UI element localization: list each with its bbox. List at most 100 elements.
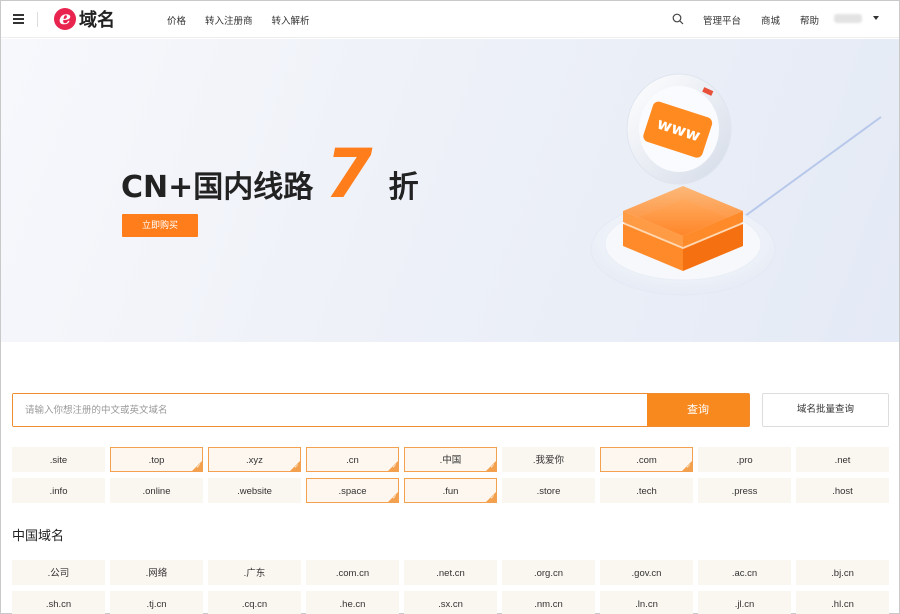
tld-option[interactable]: .net.cn [404, 560, 497, 585]
tld-option[interactable]: .org.cn [502, 560, 595, 585]
banner-discount-number: 7 [325, 135, 373, 214]
tld-option[interactable]: .我爱你 [502, 447, 595, 472]
tld-option[interactable]: .website [208, 478, 301, 503]
tld-option[interactable]: .com ✓ [600, 447, 693, 472]
nav-transfer-registrar[interactable]: 转入注册商 [205, 13, 253, 27]
secondary-nav: 管理平台 商城 帮助 [703, 13, 839, 27]
tld-label: .he.cn [339, 599, 366, 610]
tld-label: .site [49, 455, 68, 466]
nav-transfer-dns[interactable]: 转入解析 [272, 13, 310, 27]
tld-label: .xyz [246, 455, 263, 466]
tld-label: .中国 [439, 455, 462, 466]
banner-headline: CN+国内线路 7 折 [121, 135, 419, 214]
tld-option[interactable]: .top ✓ [110, 447, 203, 472]
tld-option[interactable]: .tj.cn [110, 591, 203, 614]
tld-option[interactable]: .广东 [208, 560, 301, 585]
nav-mall[interactable]: 商城 [761, 13, 780, 27]
site-logo[interactable]: e 域名 [54, 7, 115, 31]
nav-pricing[interactable]: 价格 [167, 13, 186, 27]
tld-label: .网络 [145, 568, 168, 579]
user-account-name[interactable] [834, 14, 862, 23]
tld-label: .press [731, 486, 758, 497]
checkmark-icon: ✓ [489, 464, 495, 470]
bulk-search-button[interactable]: 域名批量查询 [762, 393, 889, 427]
search-icon[interactable] [672, 13, 684, 25]
tld-label: .我爱你 [532, 455, 565, 466]
promo-banner: CN+国内线路 7 折 立即购买 www [1, 39, 899, 342]
tld-label: .bj.cn [831, 568, 854, 579]
tld-label: .cq.cn [241, 599, 268, 610]
tld-option[interactable]: .jl.cn [698, 591, 791, 614]
chevron-down-icon[interactable] [873, 16, 879, 20]
hamburger-menu-icon[interactable] [13, 14, 24, 24]
tld-option[interactable]: .ac.cn [698, 560, 791, 585]
tld-option[interactable]: .tech [600, 478, 693, 503]
tld-option[interactable]: .host [796, 478, 889, 503]
tld-option[interactable]: .net [796, 447, 889, 472]
tld-option[interactable]: .xyz ✓ [208, 447, 301, 472]
nav-console[interactable]: 管理平台 [703, 13, 741, 27]
tld-option[interactable]: .press [698, 478, 791, 503]
tld-option[interactable]: .he.cn [306, 591, 399, 614]
tld-label: .tj.cn [146, 599, 167, 610]
tld-grid: .site .top ✓ .xyz ✓ .cn ✓ .中国 ✓ .我爱你 .com ✓ .… [12, 447, 890, 503]
tld-option[interactable]: .ln.cn [600, 591, 693, 614]
banner-discount-suffix: 折 [388, 170, 419, 205]
tld-option[interactable]: .hl.cn [796, 591, 889, 614]
domain-search-bar: 查询 [12, 393, 750, 427]
tld-label: .com [636, 455, 657, 466]
tld-option[interactable]: .sx.cn [404, 591, 497, 614]
tld-option[interactable]: .cq.cn [208, 591, 301, 614]
nav-help[interactable]: 帮助 [800, 13, 819, 27]
checkmark-icon: ✓ [391, 464, 397, 470]
primary-nav: 价格 转入注册商 转入解析 [167, 13, 329, 27]
tld-option[interactable]: .bj.cn [796, 560, 889, 585]
tld-option[interactable]: .pro [698, 447, 791, 472]
tld-option[interactable]: .gov.cn [600, 560, 693, 585]
tld-label: .cn [346, 455, 359, 466]
tld-option[interactable]: .site [12, 447, 105, 472]
tld-label: .net [834, 455, 851, 466]
tld-option[interactable]: .网络 [110, 560, 203, 585]
buy-now-button[interactable]: 立即购买 [122, 214, 198, 237]
checkmark-icon: ✓ [195, 464, 201, 470]
tld-option[interactable]: .com.cn [306, 560, 399, 585]
tld-option[interactable]: .store [502, 478, 595, 503]
checkmark-icon: ✓ [685, 464, 691, 470]
tld-label: .ac.cn [731, 568, 758, 579]
tld-option[interactable]: .中国 ✓ [404, 447, 497, 472]
tld-label: .net.cn [436, 568, 465, 579]
tld-label: .gov.cn [631, 568, 662, 579]
tld-option[interactable]: .space ✓ [306, 478, 399, 503]
logo-e-icon: e [54, 8, 76, 30]
tld-label: .jl.cn [734, 599, 755, 610]
tld-option[interactable]: .online [110, 478, 203, 503]
checkmark-icon: ✓ [293, 464, 299, 470]
tld-option[interactable]: .fun ✓ [404, 478, 497, 503]
tld-label: .sx.cn [438, 599, 463, 610]
checkmark-icon: ✓ [489, 495, 495, 501]
tld-label: .space [338, 486, 367, 497]
tld-option[interactable]: .nm.cn [502, 591, 595, 614]
search-button[interactable]: 查询 [647, 394, 749, 426]
domain-search-input[interactable] [13, 394, 647, 426]
tld-label: .info [49, 486, 68, 497]
tld-label: .fun [442, 486, 459, 497]
header-divider [37, 12, 38, 27]
tld-option[interactable]: .info [12, 478, 105, 503]
banner-headline-text: CN+国内线路 [121, 170, 314, 205]
tld-label: .com.cn [335, 568, 370, 579]
tld-label: .online [142, 486, 171, 497]
logo-text: 域名 [79, 10, 115, 30]
tld-label: .tech [636, 486, 657, 497]
tld-label: .top [148, 455, 165, 466]
china-tld-grid: .公司 .网络 .广东 .com.cn .net.cn .org.cn .gov… [12, 560, 890, 614]
tld-label: .广东 [243, 568, 266, 579]
tld-option[interactable]: .公司 [12, 560, 105, 585]
china-domains-title: 中国域名 [12, 528, 65, 543]
tld-option[interactable]: .cn ✓ [306, 447, 399, 472]
tld-option[interactable]: .sh.cn [12, 591, 105, 614]
tld-label: .store [536, 486, 561, 497]
www-illustration: www [590, 73, 882, 296]
tld-label: .sh.cn [45, 599, 72, 610]
